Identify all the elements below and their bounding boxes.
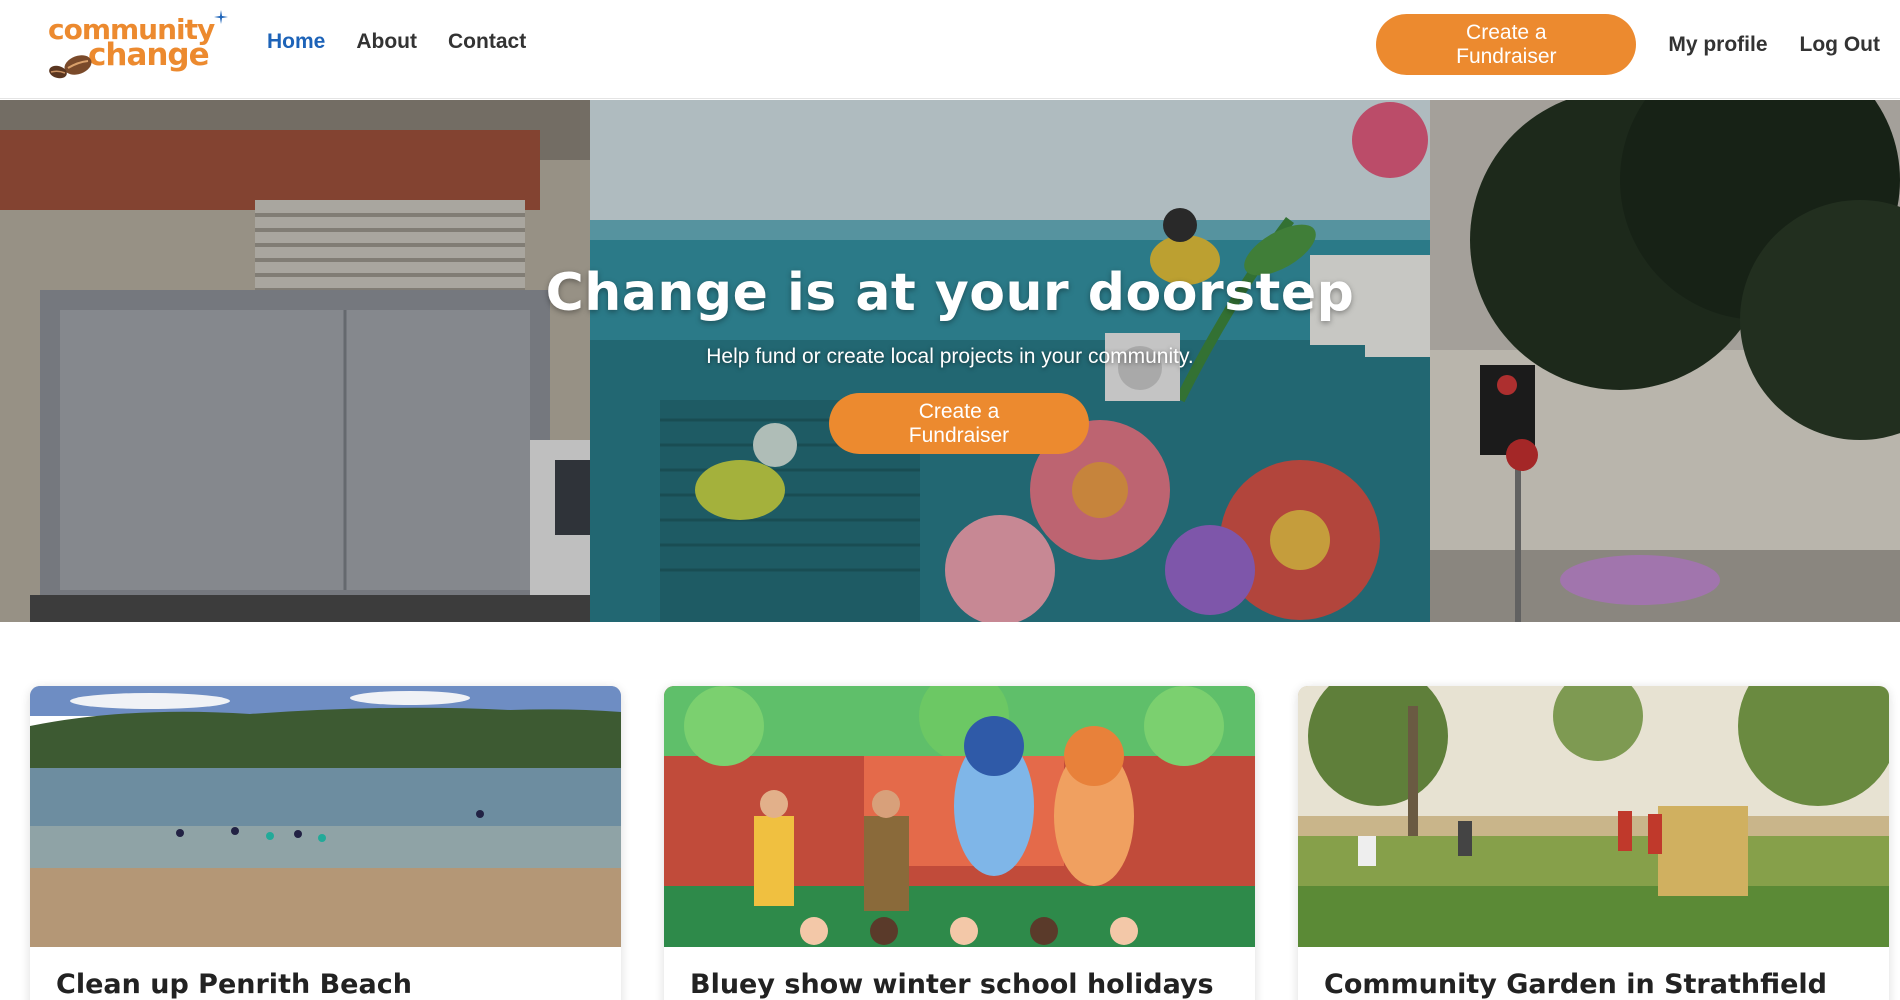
garden-photo	[1298, 686, 1889, 947]
community-change-logo[interactable]: community change	[44, 10, 234, 79]
stage-show-photo	[664, 686, 1255, 947]
hero-banner: Change is at your doorstep Help fund or …	[0, 100, 1900, 622]
coffee-beans-icon	[49, 55, 92, 79]
hero-create-fundraiser-button[interactable]: Create a Fundraiser	[829, 393, 1089, 454]
nav-about-link[interactable]: About	[356, 30, 417, 54]
top-navbar: community change Home About Contact Crea…	[0, 0, 1900, 99]
card-title: Community Garden in Strathfield	[1324, 969, 1827, 1000]
card-title: Bluey show winter school holidays	[690, 969, 1214, 1000]
hero-subtitle: Help fund or create local projects in yo…	[706, 345, 1194, 368]
nav-home-link[interactable]: Home	[267, 30, 325, 54]
nav-contact-link[interactable]: Contact	[448, 30, 526, 54]
fundraiser-card[interactable]: Bluey show winter school holidays	[664, 686, 1255, 1000]
logo-text-change: change	[88, 37, 210, 73]
lake-beach-photo	[30, 686, 621, 947]
fundraiser-cards: Clean up Penrith Beach Bluey show winter…	[30, 686, 1890, 1000]
log-out-link[interactable]: Log Out	[1800, 33, 1880, 57]
fundraiser-card[interactable]: Clean up Penrith Beach	[30, 686, 621, 1000]
fundraiser-card[interactable]: Community Garden in Strathfield	[1298, 686, 1889, 1000]
nav-actions: Create a Fundraiser My profile Log Out	[1376, 14, 1880, 75]
hero-title: Change is at your doorstep	[545, 263, 1355, 323]
sparkle-icon	[214, 10, 228, 24]
main-nav: Home About Contact	[267, 30, 526, 54]
create-fundraiser-button[interactable]: Create a Fundraiser	[1376, 14, 1637, 75]
card-title: Clean up Penrith Beach	[56, 969, 412, 1000]
my-profile-link[interactable]: My profile	[1668, 33, 1767, 57]
